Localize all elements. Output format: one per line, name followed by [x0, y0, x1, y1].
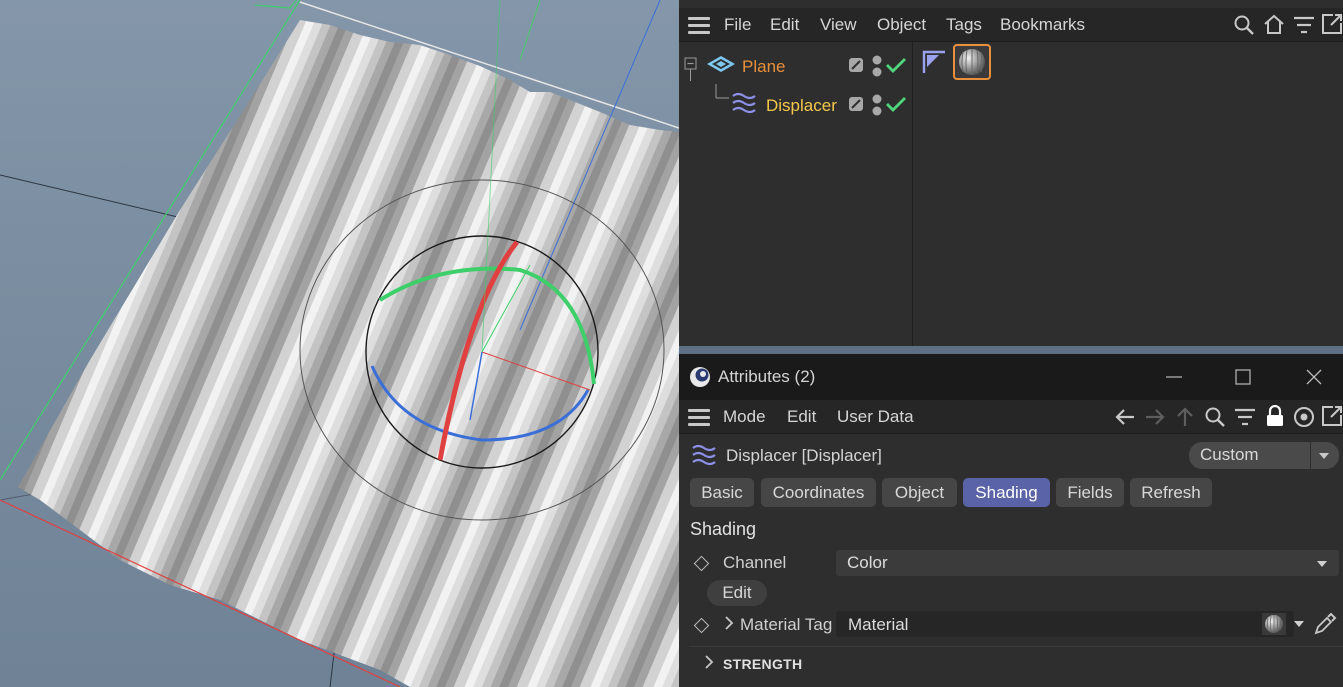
enabled-checkmark-icon[interactable] [885, 95, 907, 113]
object-tree: Plane Displacer [679, 42, 913, 346]
object-manager-menubar: File Edit View Object Tags Bookmarks [679, 8, 1343, 42]
3d-viewport[interactable] [0, 0, 679, 687]
keyframe-diamond-icon[interactable] [693, 617, 710, 634]
menu-user-data[interactable]: User Data [837, 400, 914, 433]
channel-value: Color [847, 553, 888, 572]
home-icon[interactable] [1263, 13, 1285, 35]
new-window-icon[interactable] [1321, 13, 1343, 35]
enabled-checkmark-icon[interactable] [885, 56, 907, 74]
hamburger-menu-icon[interactable] [688, 17, 710, 34]
search-icon[interactable] [1233, 14, 1255, 36]
channel-label: Channel [723, 553, 787, 572]
menu-edit[interactable]: Edit [787, 400, 816, 433]
render-visibility-dots-icon[interactable] [871, 54, 883, 78]
strength-group-label[interactable]: STRENGTH [723, 656, 802, 672]
tags-column [913, 42, 1343, 346]
object-label: Displacer [Displacer] [726, 446, 882, 465]
tab-fields[interactable]: Fields [1056, 478, 1124, 507]
attributes-titlebar[interactable]: Attributes (2) [679, 354, 1343, 400]
edit-button[interactable]: Edit [707, 580, 767, 606]
chevron-down-icon [1317, 561, 1327, 567]
channel-dropdown[interactable]: Color [836, 550, 1339, 576]
render-visibility-dots-icon[interactable] [871, 93, 883, 117]
chevron-down-icon[interactable] [1293, 620, 1305, 628]
chevron-right-icon[interactable] [724, 616, 734, 630]
menu-view[interactable]: View [820, 8, 857, 41]
tab-shading[interactable]: Shading [963, 478, 1050, 507]
menu-tags[interactable]: Tags [946, 8, 982, 41]
tab-refresh[interactable]: Refresh [1130, 478, 1212, 507]
displacer-icon [692, 444, 716, 466]
material-tag-link-field[interactable]: Material [836, 611, 1294, 637]
object-row-displacer[interactable]: Displacer [679, 84, 912, 122]
chevron-down-icon [1319, 453, 1329, 459]
object-name-displacer[interactable]: Displacer [766, 96, 837, 116]
object-row-plane[interactable]: Plane [679, 45, 912, 83]
tab-object[interactable]: Object [882, 478, 957, 507]
material-tag-icon[interactable] [953, 44, 991, 80]
attributes-panel: Attributes (2) Mode Edit User Data Displ… [679, 354, 1343, 687]
displacer-icon [732, 92, 756, 114]
menu-bookmarks[interactable]: Bookmarks [1000, 8, 1085, 41]
panel-divider[interactable] [679, 346, 1343, 354]
tree-connector [715, 84, 729, 99]
filter-icon[interactable] [1293, 14, 1315, 36]
back-arrow-icon[interactable] [1114, 406, 1136, 428]
hamburger-menu-icon[interactable] [688, 409, 710, 426]
close-icon[interactable] [1305, 368, 1323, 386]
window-title: Attributes (2) [718, 367, 816, 386]
edit-visibility-icon[interactable] [848, 96, 864, 112]
material-thumbnail-icon [1262, 613, 1286, 635]
section-title: Shading [690, 519, 757, 539]
tab-basic[interactable]: Basic [690, 478, 754, 507]
attributes-menubar: Mode Edit User Data [679, 400, 1343, 434]
collapse-icon[interactable] [684, 57, 698, 81]
new-window-icon[interactable] [1321, 405, 1343, 427]
edit-visibility-icon[interactable] [848, 57, 864, 73]
eyedropper-icon[interactable] [1313, 612, 1337, 636]
object-header: Displacer [Displacer] Custom [679, 434, 1343, 476]
menu-file[interactable]: File [724, 8, 751, 41]
material-tag-label: Material Tag [740, 615, 833, 634]
target-icon[interactable] [1293, 406, 1315, 428]
menu-object[interactable]: Object [877, 8, 926, 41]
minimize-icon[interactable] [1165, 369, 1183, 383]
cinema4d-logo-icon [690, 367, 710, 387]
up-arrow-icon[interactable] [1174, 406, 1196, 428]
lock-icon[interactable] [1264, 405, 1286, 427]
phong-tag-icon[interactable] [921, 49, 947, 75]
filter-icon[interactable] [1234, 406, 1256, 428]
maximize-icon[interactable] [1235, 369, 1251, 385]
material-tag-value: Material [848, 615, 909, 634]
object-manager: File Edit View Object Tags Bookmarks Pla… [679, 0, 1343, 346]
chevron-right-icon[interactable] [704, 655, 714, 669]
plane-icon [707, 56, 735, 72]
menu-edit[interactable]: Edit [770, 8, 799, 41]
preset-value: Custom [1200, 445, 1259, 464]
preset-dropdown[interactable]: Custom [1189, 442, 1339, 469]
forward-arrow-icon[interactable] [1144, 406, 1166, 428]
viewport-scene [0, 0, 679, 687]
search-icon[interactable] [1204, 406, 1226, 428]
menu-mode[interactable]: Mode [723, 400, 766, 433]
keyframe-diamond-icon[interactable] [693, 555, 710, 572]
object-name-plane[interactable]: Plane [742, 57, 785, 77]
tab-coordinates[interactable]: Coordinates [761, 478, 876, 507]
